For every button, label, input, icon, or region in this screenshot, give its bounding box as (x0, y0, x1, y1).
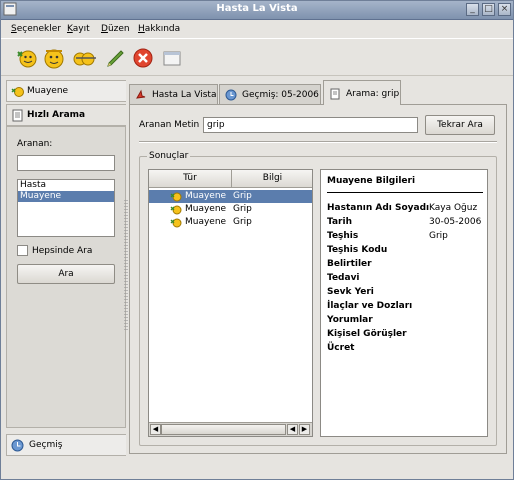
left-panel: Muayene Hızlı Arama Aranan: Hasta Muayen… (6, 80, 126, 455)
menu-hakkinda[interactable]: Hakkında (138, 24, 180, 34)
search-tab-icon (330, 88, 340, 100)
title-bar: Hasta La Vista _ □ × (0, 0, 514, 20)
tab-label: Arama: grip (346, 89, 400, 99)
cell-bilgi: Grip (233, 217, 252, 227)
muayene-section-header[interactable]: Muayene (6, 80, 126, 102)
field-label: Tedavi (327, 273, 360, 283)
menu-kayit[interactable]: Kayıt (67, 24, 90, 34)
scroll-left-arrow-icon-2[interactable]: ◀ (287, 424, 298, 435)
field-label: Hastanın Adı Soyadı (327, 203, 430, 213)
muayene-icon (170, 205, 182, 215)
menu-secenekler[interactable]: Seçenekler (11, 24, 61, 34)
horizontal-scrollbar[interactable]: ◀ ◀ ▶ (149, 422, 312, 436)
results-tree[interactable]: Tür Bilgi Muayene Grip Muayene Grip Muay… (148, 169, 313, 437)
minimize-button[interactable]: _ (466, 3, 479, 16)
search-type-list[interactable]: Hasta Muayene (17, 179, 115, 237)
list-item-hasta[interactable]: Hasta (18, 180, 114, 191)
gecmis-header-label: Geçmiş (29, 440, 63, 450)
notebook-icon (12, 109, 23, 122)
cell-bilgi: Grip (233, 204, 252, 214)
field-label: Belirtiler (327, 259, 372, 269)
scroll-right-arrow-icon[interactable]: ▶ (299, 424, 310, 435)
scroll-thumb[interactable] (161, 424, 286, 435)
tab-gecmis[interactable]: Geçmiş: 05-2006 (219, 84, 321, 104)
table-row[interactable]: Muayene Grip (149, 216, 312, 229)
muayene-icon (11, 87, 24, 97)
tab-widget: Hasta La Vista Geçmiş: 05-2006 Arama: gr… (129, 80, 507, 455)
field-label: Sevk Yeri (327, 287, 374, 297)
cell-tur: Muayene (185, 204, 227, 214)
tab-hasta-la-vista[interactable]: Hasta La Vista (129, 84, 218, 104)
search-patients-icon[interactable] (70, 44, 98, 72)
cell-tur: Muayene (185, 191, 227, 201)
menu-duzen[interactable]: Düzen (101, 24, 130, 34)
muayene-icon (170, 192, 182, 202)
cell-tur: Muayene (185, 217, 227, 227)
tab-label: Hasta La Vista (152, 90, 217, 100)
details-divider (327, 192, 483, 193)
window-icon[interactable] (158, 44, 186, 72)
details-title: Muayene Bilgileri (327, 176, 416, 186)
column-header-bilgi[interactable]: Bilgi (232, 170, 312, 188)
field-label: Yorumlar (327, 315, 373, 325)
table-row[interactable]: Muayene Grip (149, 190, 312, 203)
toolbar (0, 38, 514, 76)
edit-pencil-icon[interactable] (101, 44, 129, 72)
hizli-arama-section-header[interactable]: Hızlı Arama (6, 104, 126, 126)
field-label: Ücret (327, 343, 355, 353)
pane-splitter[interactable] (124, 200, 128, 330)
aranan-input[interactable] (17, 155, 115, 171)
ara-button[interactable]: Ara (17, 264, 115, 284)
tab-label: Geçmiş: 05-2006 (242, 90, 319, 100)
field-label: Teşhis Kodu (327, 245, 388, 255)
field-value: 30-05-2006 (429, 217, 482, 227)
aranan-label: Aranan: (17, 139, 53, 149)
scroll-left-arrow-icon[interactable]: ◀ (150, 424, 161, 435)
quick-search-panel: Aranan: Hasta Muayene Hepsinde Ara Ara (6, 126, 126, 428)
search-tab-page: Aranan Metin : grip Tekrar Ara Sonuçlar … (129, 104, 507, 454)
bookmark-icon (136, 89, 146, 99)
hizli-arama-header-label: Hızlı Arama (27, 110, 86, 120)
field-value: Kaya Oğuz (429, 203, 478, 213)
table-row[interactable]: Muayene Grip (149, 203, 312, 216)
field-value: Grip (429, 231, 448, 241)
muayene-header-label: Muayene (27, 86, 69, 96)
tekrar-ara-button[interactable]: Tekrar Ara (425, 115, 495, 135)
sonuclar-label: Sonuçlar (147, 151, 191, 161)
history-icon (11, 439, 24, 452)
field-label: Kişisel Görüşler (327, 329, 407, 339)
field-label: Teşhis (327, 231, 359, 241)
hepsinde-ara-label: Hepsinde Ara (32, 246, 93, 256)
gecmis-section-header[interactable]: Geçmiş (6, 434, 126, 456)
separator (139, 141, 497, 143)
new-patient-icon[interactable] (12, 44, 40, 72)
list-item-muayene[interactable]: Muayene (18, 191, 114, 202)
field-label: Tarih (327, 217, 352, 227)
delete-x-icon[interactable] (129, 44, 157, 72)
aranan-metin-label: Aranan Metin : (139, 120, 206, 130)
field-label: İlaçlar ve Dozları (327, 301, 413, 311)
details-panel: Muayene Bilgileri Hastanın Adı Soyadı Ka… (320, 169, 488, 437)
aranan-metin-input[interactable]: grip (203, 117, 418, 133)
history-tab-icon (225, 89, 237, 101)
muayene-icon (170, 218, 182, 228)
hepsinde-ara-checkbox[interactable] (17, 245, 28, 256)
cell-bilgi: Grip (233, 191, 252, 201)
close-button[interactable]: × (498, 3, 511, 16)
maximize-button[interactable]: □ (482, 3, 495, 16)
column-header-tur[interactable]: Tür (149, 170, 232, 188)
window-title: Hasta La Vista (216, 3, 298, 14)
tab-arama-grip[interactable]: Arama: grip (323, 80, 401, 105)
patient-face-icon[interactable] (40, 44, 68, 72)
menu-bar: Seçenekler Kayıt Düzen Hakkında (0, 20, 514, 38)
